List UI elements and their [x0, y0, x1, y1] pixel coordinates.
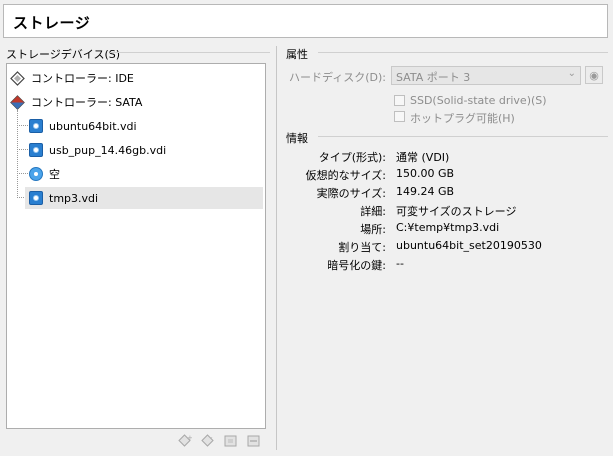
info-label: 情報 [286, 132, 308, 145]
info-details-label: 詳細: [360, 205, 386, 218]
remove-attachment-icon[interactable] [245, 432, 261, 448]
storage-tree[interactable]: コントローラー: IDE コントローラー: SATA ubuntu64bit.v… [6, 63, 266, 429]
tree-connector [17, 110, 18, 198]
sata-controller-icon [10, 94, 25, 110]
attributes-separator [318, 52, 608, 53]
choose-disk-button[interactable]: ◉ [585, 66, 603, 84]
remove-controller-icon[interactable]: - [199, 432, 215, 448]
tree-connector [17, 149, 28, 150]
ssd-label: SSD(Solid-state drive)(S) [410, 94, 547, 107]
pane-splitter[interactable] [276, 46, 277, 450]
attributes-label: 属性 [286, 48, 308, 61]
hard-disk-icon [29, 191, 43, 205]
info-encryption-key-label: 暗号化の鍵: [327, 259, 386, 272]
harddisk-label: ハードディスク(D): [289, 71, 386, 84]
hotplug-checkbox[interactable] [394, 111, 405, 122]
svg-text:+: + [187, 434, 192, 442]
hard-disk-icon [29, 119, 43, 133]
tree-connector [17, 173, 28, 174]
tree-item-label: ubuntu64bit.vdi [49, 119, 137, 133]
tree-item-sata-controller[interactable]: コントローラー: SATA [10, 91, 263, 113]
add-attachment-icon[interactable] [222, 432, 238, 448]
hotplug-label: ホットプラグ可能(H) [410, 112, 515, 125]
tree-item-label: usb_pup_14.46gb.vdi [49, 143, 167, 157]
add-controller-icon[interactable]: + [176, 432, 192, 448]
page-header: ストレージ [3, 4, 608, 38]
tree-item-empty-optical[interactable]: 空 [29, 163, 263, 185]
info-separator [318, 136, 608, 137]
info-actual-size-label: 実際のサイズ: [316, 187, 386, 200]
tree-connector [17, 125, 28, 126]
info-encryption-key-value: -- [396, 257, 404, 270]
optical-disk-icon [29, 167, 43, 181]
info-virtual-size-value: 150.00 GB [396, 167, 455, 180]
info-location-value: C:¥temp¥tmp3.vdi [396, 221, 500, 234]
info-type-label: タイプ(形式): [318, 151, 386, 164]
harddisk-port-value: SATA ポート 3 [396, 71, 471, 84]
tree-item-label: 空 [49, 168, 60, 181]
tree-item-tmp3-vdi[interactable]: tmp3.vdi [25, 187, 263, 209]
page-title: ストレージ [13, 14, 91, 32]
chevron-down-icon: ⌄ [567, 68, 576, 79]
tree-item-ide-controller[interactable]: コントローラー: IDE [10, 67, 263, 89]
info-type-value: 通常 (VDI) [396, 151, 450, 164]
tree-item-label: コントローラー: SATA [31, 96, 143, 109]
tree-item-usb-pup-vdi[interactable]: usb_pup_14.46gb.vdi [29, 139, 263, 161]
storage-devices-separator [110, 52, 270, 53]
storage-devices-label: ストレージデバイス(S) [6, 48, 121, 61]
info-location-label: 場所: [360, 223, 386, 236]
info-virtual-size-label: 仮想的なサイズ: [305, 169, 386, 182]
info-actual-size-value: 149.24 GB [396, 185, 455, 198]
hard-disk-icon [29, 143, 43, 157]
tree-item-label: tmp3.vdi [49, 191, 99, 205]
ssd-checkbox[interactable] [394, 95, 405, 106]
info-attached-to-label: 割り当て: [338, 241, 386, 254]
ide-controller-icon [10, 70, 25, 86]
hard-disk-icon: ◉ [589, 68, 599, 82]
info-attached-to-value: ubuntu64bit_set20190530 [396, 239, 542, 252]
tree-item-label: コントローラー: IDE [31, 72, 134, 85]
tree-item-ubuntu64bit-vdi[interactable]: ubuntu64bit.vdi [29, 115, 263, 137]
info-details-value: 可変サイズのストレージ [396, 205, 517, 218]
harddisk-port-select[interactable]: SATA ポート 3 ⌄ [391, 66, 581, 85]
